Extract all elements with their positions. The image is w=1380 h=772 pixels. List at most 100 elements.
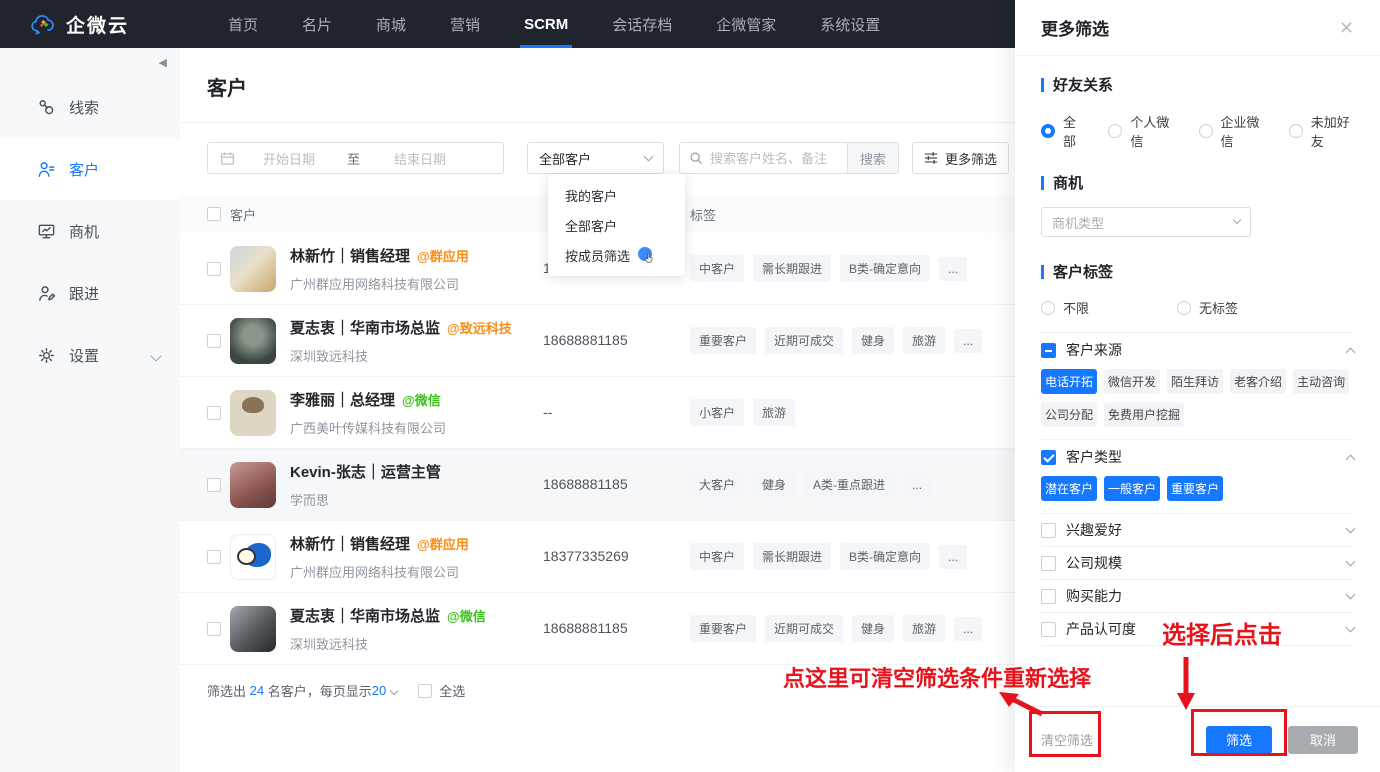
- scope-option-filter-by-member[interactable]: 按成员筛选: [548, 240, 685, 270]
- sidebar-item-label: 客户: [69, 161, 100, 179]
- chevron-down-icon[interactable]: [1345, 589, 1356, 599]
- customer-tag: 旅游: [903, 615, 946, 642]
- sidebar-item-customers[interactable]: 客户: [0, 138, 180, 200]
- checkbox-indeterminate-icon[interactable]: [1041, 342, 1056, 358]
- more-filters-drawer: 更多筛选 ✕ 好友关系 全部 个人微信 企业微信 未加好友 商机 商机类型 客户…: [1015, 0, 1380, 772]
- radio-option-not-friend[interactable]: 未加好友: [1288, 112, 1354, 150]
- scope-option-my-customers[interactable]: 我的客户: [548, 180, 685, 210]
- sidebar-item-label: 跟进: [69, 285, 100, 303]
- select-all-checkbox[interactable]: [418, 683, 433, 698]
- chip-potential-customer[interactable]: 潜在客户: [1041, 476, 1098, 501]
- annotation-box-clear-filters: [1029, 711, 1101, 757]
- avatar: [230, 317, 276, 364]
- chip-cold-visit[interactable]: 陌生拜访: [1167, 369, 1224, 394]
- customer-name[interactable]: 李雅丽｜总经理: [290, 389, 395, 410]
- scope-option-all-customers[interactable]: 全部客户: [548, 210, 685, 240]
- chip-referral[interactable]: 老客介绍: [1230, 369, 1287, 394]
- checkbox-icon[interactable]: [1041, 588, 1056, 604]
- checkbox-icon[interactable]: [1041, 621, 1056, 637]
- customer-name[interactable]: 林新竹｜销售经理: [290, 533, 410, 554]
- mention-tag: @微信: [447, 608, 486, 624]
- chevron-down-icon[interactable]: [1345, 523, 1356, 533]
- sidebar-item-followups[interactable]: 跟进: [0, 262, 180, 324]
- page-size-value[interactable]: 20: [372, 683, 386, 698]
- chip-inbound-inquiry[interactable]: 主动咨询: [1293, 369, 1350, 394]
- more-filters-button[interactable]: 更多筛选: [912, 142, 1010, 174]
- chevron-up-icon[interactable]: [1345, 454, 1356, 464]
- filter-group-interests[interactable]: 兴趣爱好: [1041, 514, 1356, 546]
- row-checkbox[interactable]: [207, 333, 221, 348]
- chip-wechat-dev[interactable]: 微信开发: [1104, 369, 1161, 394]
- date-start-placeholder: 开始日期: [263, 151, 316, 167]
- filter-group-customer-source[interactable]: 客户来源: [1041, 333, 1356, 367]
- sidebar-item-label: 设置: [69, 347, 100, 365]
- select-all-header-checkbox[interactable]: [207, 207, 221, 221]
- checkbox-icon[interactable]: [1041, 555, 1056, 571]
- chevron-down-icon[interactable]: [389, 686, 399, 695]
- chip-company-assigned[interactable]: 公司分配: [1041, 402, 1098, 427]
- radio-option-no-tag[interactable]: 无标签: [1177, 298, 1238, 317]
- customer-phone: 18688881185: [543, 475, 628, 492]
- chevron-up-icon[interactable]: [1345, 347, 1356, 357]
- customer-source-chips: 电话开拓 微信开发 陌生拜访 老客介绍 主动咨询 公司分配 免费用户挖掘: [1041, 369, 1354, 427]
- customer-scope-select[interactable]: 全部客户: [527, 142, 664, 174]
- nav-item-home[interactable]: 首页: [228, 0, 258, 48]
- chip-free-user-mining[interactable]: 免费用户挖掘: [1104, 402, 1185, 427]
- chevron-down-icon: [1232, 215, 1242, 225]
- search-box: [679, 142, 847, 174]
- opportunity-type-select[interactable]: 商机类型: [1041, 207, 1251, 237]
- nav-item-cards[interactable]: 名片: [302, 0, 332, 48]
- section-title-opportunity: 商机: [1041, 172, 1354, 193]
- customer-name[interactable]: 夏志衷｜华南市场总监: [290, 317, 440, 338]
- app-name: 企微云: [66, 15, 130, 37]
- search-button[interactable]: 搜索: [847, 142, 899, 174]
- chip-phone-prospecting[interactable]: 电话开拓: [1041, 369, 1098, 394]
- chevron-down-icon[interactable]: [1345, 556, 1356, 566]
- section-title-friend-relation: 好友关系: [1041, 74, 1354, 95]
- row-checkbox[interactable]: [207, 405, 221, 420]
- radio-label: 未加好友: [1310, 115, 1350, 149]
- sidebar-collapse-icon[interactable]: ◀: [159, 56, 167, 69]
- checkbox-icon[interactable]: [1041, 522, 1056, 538]
- filter-group-buying-power[interactable]: 购买能力: [1041, 580, 1356, 612]
- radio-option-work-wechat[interactable]: 企业微信: [1198, 112, 1264, 150]
- customer-name[interactable]: 林新竹｜销售经理: [290, 245, 410, 266]
- row-checkbox[interactable]: [207, 261, 221, 276]
- chip-important-customer[interactable]: 重要客户: [1167, 476, 1224, 501]
- customer-name[interactable]: 夏志衷｜华南市场总监: [290, 605, 440, 626]
- chip-general-customer[interactable]: 一般客户: [1104, 476, 1161, 501]
- radio-option-all[interactable]: 全部: [1041, 112, 1083, 150]
- customer-tag-overflow[interactable]: ...: [939, 544, 968, 569]
- nav-item-scrm[interactable]: SCRM: [524, 0, 568, 48]
- customer-tag: 中客户: [690, 543, 745, 570]
- customer-tag-overflow[interactable]: ...: [954, 328, 983, 353]
- sidebar-item-opportunities[interactable]: 商机: [0, 200, 180, 262]
- date-end-placeholder: 结束日期: [394, 151, 447, 167]
- cancel-button[interactable]: 取消: [1288, 725, 1358, 754]
- customer-company: 广州群应用网络科技有限公司: [290, 564, 460, 580]
- row-checkbox[interactable]: [207, 477, 221, 492]
- sidebar-item-leads[interactable]: 线索: [0, 76, 180, 138]
- search-input[interactable]: [710, 150, 838, 166]
- filter-group-customer-type[interactable]: 客户类型: [1041, 440, 1356, 474]
- row-checkbox[interactable]: [207, 549, 221, 564]
- customer-tag-overflow[interactable]: ...: [954, 616, 983, 641]
- checkbox-checked-icon[interactable]: [1041, 449, 1056, 465]
- radio-option-unlimited[interactable]: 不限: [1041, 298, 1089, 317]
- radio-option-personal-wechat[interactable]: 个人微信: [1108, 112, 1173, 150]
- customer-tag-overflow[interactable]: ...: [939, 256, 968, 281]
- filter-group-company-size[interactable]: 公司规模: [1041, 547, 1356, 579]
- nav-item-system-settings[interactable]: 系统设置: [820, 0, 880, 48]
- close-icon[interactable]: ✕: [1339, 19, 1354, 37]
- chevron-down-icon[interactable]: [1345, 622, 1356, 632]
- nav-item-wecom-manager[interactable]: 企微管家: [716, 0, 776, 48]
- row-checkbox[interactable]: [207, 621, 221, 636]
- nav-item-mall[interactable]: 商城: [376, 0, 406, 48]
- nav-item-marketing[interactable]: 营销: [450, 0, 480, 48]
- nav-item-chat-archive[interactable]: 会话存档: [612, 0, 672, 48]
- customer-name[interactable]: Kevin-张志｜运营主管: [290, 461, 441, 482]
- sidebar-item-settings[interactable]: 设置: [0, 324, 180, 386]
- sidebar: ◀ 线索 客户 商机 跟进 设置: [0, 48, 180, 772]
- customer-tag-overflow[interactable]: ...: [903, 472, 932, 497]
- date-range-picker[interactable]: 开始日期 至 结束日期: [207, 142, 504, 174]
